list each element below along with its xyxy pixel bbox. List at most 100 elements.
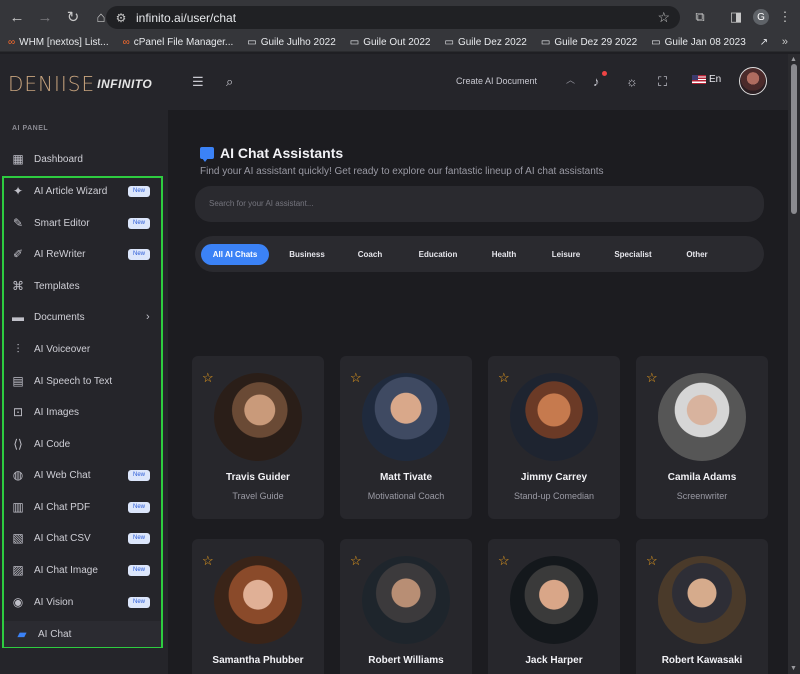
star-icon[interactable]: ☆ xyxy=(498,553,510,569)
new-badge: New xyxy=(128,501,150,513)
folder-icon: ▭ xyxy=(349,37,360,48)
assistant-search-input[interactable]: Search for your AI assistant... xyxy=(195,186,764,222)
star-icon[interactable]: ☆ xyxy=(202,370,214,386)
scroll-down-arrow-icon[interactable]: ▼ xyxy=(790,665,797,672)
folder-icon: ▭ xyxy=(540,37,551,48)
sidebar-item-documents[interactable]: ▬ Documents › xyxy=(0,305,168,329)
assistant-avatar xyxy=(510,373,598,461)
assistant-card[interactable]: ☆ Camila Adams Screenwriter xyxy=(636,356,768,519)
star-icon[interactable]: ☆ xyxy=(498,370,510,386)
templates-icon: ⌘ xyxy=(12,279,24,293)
reload-icon[interactable]: ↻ xyxy=(60,4,86,30)
browser-menu-icon[interactable]: ⋮ xyxy=(776,6,794,28)
sidebar-item-ai-images[interactable]: ⊡ AI Images xyxy=(0,400,168,424)
assistant-card[interactable]: ☆ Samantha Phubber Relationship Coach xyxy=(192,539,324,674)
sidebar-item-dashboard[interactable]: ▦ Dashboard xyxy=(0,147,168,171)
assistant-avatar xyxy=(658,373,746,461)
sidebar: DENIISE INFINITO AI PANEL ▦ Dashboard ✦ … xyxy=(0,54,168,674)
scroll-up-arrow-icon[interactable]: ▲ xyxy=(790,56,797,63)
forward-icon[interactable]: → xyxy=(32,4,58,30)
page-title: AI Chat Assistants xyxy=(200,145,343,162)
tab-health[interactable]: Health xyxy=(481,244,527,265)
assistant-role: Motivational Coach xyxy=(367,491,445,501)
bookmark-star-icon[interactable]: ☆ xyxy=(657,9,670,26)
tab-specialist[interactable]: Specialist xyxy=(601,244,665,265)
back-icon[interactable]: ← xyxy=(4,4,30,30)
topbar: ☰ ⌕ Create AI Document ︿ ♪ ☼ ⛶ En xyxy=(168,54,788,110)
fullscreen-icon[interactable]: ⛶ xyxy=(658,74,667,90)
create-ai-document-button[interactable]: Create AI Document xyxy=(456,76,537,86)
assistant-name: Camila Adams xyxy=(667,472,737,483)
bell-icon[interactable]: ♪ xyxy=(593,74,600,89)
bookmark-item[interactable]: ▭ Guile Out 2022 xyxy=(350,37,431,48)
chat-bubble-icon xyxy=(200,147,214,162)
star-icon[interactable]: ☆ xyxy=(646,553,658,569)
dashboard-icon: ▦ xyxy=(12,152,24,166)
logo[interactable]: DENIISE INFINITO xyxy=(0,54,168,114)
new-badge: New xyxy=(128,596,150,608)
site-settings-icon[interactable]: ⚙ xyxy=(110,11,132,25)
sidebar-item-ai-article-wizard[interactable]: ✦ AI Article Wizard New xyxy=(0,179,168,203)
extensions-icon[interactable]: ⧉ xyxy=(690,6,710,28)
code-icon: ⟨⟩ xyxy=(13,437,23,451)
url-text[interactable]: infinito.ai/user/chat xyxy=(136,11,236,25)
bookmark-item[interactable]: ▭ Guile Julho 2022 xyxy=(247,37,336,48)
address-bar[interactable]: ⚙ infinito.ai/user/chat ☆ xyxy=(106,6,680,29)
sidebar-item-ai-chat-pdf[interactable]: ▥ AI Chat PDF New xyxy=(0,495,168,519)
us-flag-icon xyxy=(692,75,706,84)
tab-business[interactable]: Business xyxy=(279,244,335,265)
sidebar-item-smart-editor[interactable]: ✎ Smart Editor New xyxy=(0,211,168,235)
sidebar-item-ai-speech-to-text[interactable]: ▤ AI Speech to Text xyxy=(0,369,168,393)
assistant-card[interactable]: ☆ Jimmy Carrey Stand-up Comedian xyxy=(488,356,620,519)
folder-icon: ▭ xyxy=(651,37,661,48)
theme-toggle-icon[interactable]: ☼ xyxy=(626,74,638,89)
bookmark-chart-icon[interactable]: ↗ xyxy=(760,37,772,48)
tab-leisure[interactable]: Leisure xyxy=(541,244,591,265)
star-icon[interactable]: ☆ xyxy=(646,370,658,386)
assistant-name: Jimmy Carrey xyxy=(520,472,588,483)
search-icon[interactable]: ⌕ xyxy=(226,74,233,90)
bookmark-item[interactable]: ▭ Guile Dez 2022 xyxy=(444,37,526,48)
star-icon[interactable]: ☆ xyxy=(202,553,214,569)
assistant-card[interactable]: ☆ Matt Tivate Motivational Coach xyxy=(340,356,472,519)
sidebar-item-ai-rewriter[interactable]: ✐ AI ReWriter New xyxy=(0,242,168,266)
bookmark-item[interactable]: ∞ cPanel File Manager... xyxy=(123,37,234,48)
side-panel-icon[interactable]: ◨ xyxy=(726,6,746,28)
sidebar-item-ai-code[interactable]: ⟨⟩ AI Code xyxy=(0,432,168,456)
category-tabs: All AI Chats Business Coach Education He… xyxy=(195,236,764,272)
sidebar-item-ai-chat[interactable]: ▰ AI Chat xyxy=(4,621,161,647)
star-icon[interactable]: ☆ xyxy=(350,370,362,386)
assistant-card[interactable]: ☆ Jack Harper Personal Trainer xyxy=(488,539,620,674)
sidebar-item-ai-voiceover[interactable]: ⫶ AI Voiceover xyxy=(0,337,168,361)
folder-icon: ▭ xyxy=(247,37,257,48)
assistant-avatar xyxy=(362,556,450,644)
tab-other[interactable]: Other xyxy=(675,244,719,265)
bookmark-item[interactable]: ∞ WHM [nextos] List... xyxy=(8,37,109,48)
menu-toggle-icon[interactable]: ☰ xyxy=(192,74,204,90)
tab-coach[interactable]: Coach xyxy=(347,244,393,265)
page-scrollbar[interactable]: ▲ ▼ xyxy=(788,54,800,674)
vision-icon: ◉ xyxy=(12,595,24,609)
bookmark-item[interactable]: ▭ Guile Jan 08 2023 xyxy=(651,37,746,48)
user-avatar[interactable] xyxy=(739,67,767,95)
assistant-card[interactable]: ☆ Robert Williams Life Coach xyxy=(340,539,472,674)
tab-all-ai-chats[interactable]: All AI Chats xyxy=(201,244,269,265)
bookmark-item[interactable]: ▭ Guile Dez 29 2022 xyxy=(541,37,637,48)
sidebar-item-ai-vision[interactable]: ◉ AI Vision New xyxy=(0,590,168,614)
tab-education[interactable]: Education xyxy=(405,244,471,265)
star-icon[interactable]: ☆ xyxy=(350,553,362,569)
more-bookmarks-icon[interactable]: » xyxy=(782,36,788,48)
assistant-card[interactable]: ☆ Robert Kawasaki Financial Analyst xyxy=(636,539,768,674)
language-selector[interactable]: En xyxy=(692,74,721,85)
assistant-name: Samantha Phubber xyxy=(212,655,304,666)
assistant-card[interactable]: ☆ Travis Guider Travel Guide xyxy=(192,356,324,519)
sidebar-item-ai-chat-image[interactable]: ▨ AI Chat Image New xyxy=(0,558,168,582)
app: DENIISE INFINITO AI PANEL ▦ Dashboard ✦ … xyxy=(0,54,788,674)
scroll-thumb[interactable] xyxy=(791,64,797,214)
chevron-up-icon[interactable]: ︿ xyxy=(566,73,575,86)
profile-avatar[interactable]: G xyxy=(753,9,769,25)
image-scan-icon: ⊡ xyxy=(12,405,24,419)
sidebar-item-ai-web-chat[interactable]: ◍ AI Web Chat New xyxy=(0,463,168,487)
sidebar-item-templates[interactable]: ⌘ Templates xyxy=(0,274,168,298)
sidebar-item-ai-chat-csv[interactable]: ▧ AI Chat CSV New xyxy=(0,526,168,550)
